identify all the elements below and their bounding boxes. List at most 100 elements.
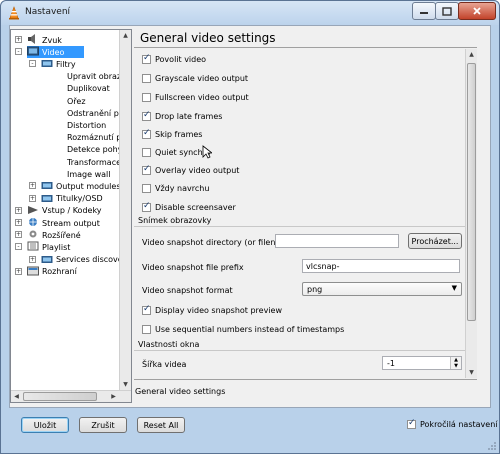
close-button[interactable] [458,2,496,20]
title-bar[interactable]: Nastavení [1,1,499,25]
snapshot-dir-input[interactable] [275,234,399,248]
settings-tree[interactable]: + Zvuk - Video - Filtry Upravit obraz Duplikova… [10,29,132,403]
panel-title: General video settings [140,31,276,45]
expand-icon[interactable]: + [15,206,22,214]
expand-icon[interactable]: + [15,267,22,275]
collapse-icon[interactable]: - [15,243,22,251]
tree-item-label: Stream output [42,218,100,228]
checkbox-box[interactable] [142,128,151,139]
checkbox-label: Vždy navrchu [155,183,210,193]
snapshot-section-divider [134,226,477,227]
snapshot-prefix-input[interactable]: vlcsnap- [302,259,460,273]
checkbox-box[interactable] [142,183,151,193]
tree-item[interactable]: Titulky/OSD [41,193,103,205]
scroll-up-icon[interactable]: ▲ [466,49,477,60]
tree-item[interactable]: Stream output [27,217,100,229]
scroll-up-icon[interactable]: ▲ [120,30,131,41]
video-option-checkbox[interactable]: Skip frames [142,128,202,140]
window-props-section-label: Vlastnosti okna [138,340,200,349]
tree-item[interactable]: Distortion [67,119,106,131]
maximize-button[interactable] [435,2,459,20]
settings-panel: General video settings Povolit video Gray… [134,29,477,378]
snapshot-preview-label: Display video snapshot preview [155,305,282,315]
checkbox-box[interactable] [407,418,416,429]
tree-vertical-scrollbar[interactable]: ▲ ▼ [119,30,131,390]
browse-button[interactable]: Procházet... [408,233,462,249]
reset-all-button[interactable]: Reset All [137,417,185,433]
cancel-button[interactable]: Zrušit [79,417,127,433]
tree-horizontal-scrollbar[interactable]: ◀ ▶ [11,390,131,402]
tree-item-label: Playlist [42,242,71,252]
checkbox-box[interactable] [142,53,151,64]
scroll-left-icon[interactable]: ◀ [11,391,22,402]
playlist-icon [27,241,42,253]
checkbox-box[interactable] [142,147,151,157]
tree-hscroll-thumb[interactable] [23,392,97,401]
folder-icon [41,254,56,266]
video-option-checkbox[interactable]: Vždy navrchu [142,182,209,194]
tree-item-label: Upravit obraz [67,72,122,82]
tree-item-label: Vstup / Kodeky [42,206,102,216]
scroll-down-icon[interactable]: ▼ [466,367,477,378]
snapshot-format-select[interactable]: png ▼ [302,282,462,296]
tree-item-label: Image wall [67,169,111,179]
expand-icon[interactable]: + [15,219,22,226]
video-width-spinbox[interactable]: -1 ▲ ▼ [382,356,462,370]
expand-icon[interactable]: + [29,255,36,263]
tree-item[interactable]: Ořez [67,95,86,107]
save-button[interactable]: Uložit [21,417,69,433]
checkbox-box[interactable] [142,304,151,315]
checkbox-box[interactable] [142,110,151,121]
snapshot-section-label: Snímek obrazovky [138,216,212,225]
expand-icon[interactable]: + [29,182,36,190]
tree-item[interactable]: Video [27,46,85,59]
stream-icon [27,217,42,229]
advanced-settings-toggle[interactable]: Pokročilá nastavení [407,418,498,429]
video-option-checkbox[interactable]: Overlay video output [142,164,239,176]
checkbox-box[interactable] [142,324,151,334]
tree-item[interactable]: Duplikovat [67,83,110,95]
tree-item[interactable]: Filtry [41,58,76,70]
tree-item[interactable]: Transformace [67,156,121,168]
checkbox-box[interactable] [142,164,151,175]
video-icon [27,46,42,58]
scroll-right-icon[interactable]: ▶ [108,391,119,402]
tree-item-label: Filtry [56,59,76,69]
scroll-down-icon[interactable]: ▼ [120,379,131,390]
tree-item[interactable]: Rozšířené [27,229,81,241]
checkbox-box[interactable] [142,201,151,212]
panel-scroll-thumb[interactable] [467,63,476,321]
checkbox-label: Povolit video [155,54,207,64]
tree-item[interactable]: Rozhraní [27,266,77,278]
tree-item[interactable]: Upravit obraz [67,71,121,83]
tree-item[interactable]: Zvuk [27,34,62,46]
sequential-numbers-checkbox[interactable]: Use sequential numbers instead of timest… [142,323,344,335]
tree-item[interactable]: Services discovery [41,254,131,266]
expand-icon[interactable]: + [15,231,22,239]
video-option-checkbox[interactable]: Disable screensaver [142,201,236,213]
video-option-checkbox[interactable]: Grayscale video output [142,72,248,84]
spin-arrows-icon[interactable]: ▲ ▼ [450,357,461,369]
video-width-label: Šířka videa [142,360,187,369]
tree-item[interactable]: Playlist [27,241,70,253]
video-option-checkbox[interactable]: Drop late frames [142,110,222,122]
panel-vertical-scrollbar[interactable]: ▲ ▼ [465,49,477,378]
tree-item[interactable]: Image wall [67,168,111,180]
video-option-checkbox[interactable]: Povolit video [142,53,206,65]
resize-grip-icon[interactable] [487,441,497,451]
mouse-cursor-icon [202,145,212,159]
checkbox-label: Fullscreen video output [155,92,249,102]
video-option-checkbox[interactable]: Quiet synchro [142,146,211,158]
snapshot-preview-checkbox[interactable]: Display video snapshot preview [142,304,282,316]
expand-icon[interactable]: + [15,36,22,43]
tree-item-label: Titulky/OSD [56,194,103,204]
collapse-icon[interactable]: - [15,48,22,56]
tree-item[interactable]: Output modules [41,180,120,192]
checkbox-box[interactable] [142,92,151,102]
collapse-icon[interactable]: - [29,60,36,68]
tree-item[interactable]: Vstup / Kodeky [27,205,102,217]
expand-icon[interactable]: + [29,194,36,202]
video-option-checkbox[interactable]: Fullscreen video output [142,91,249,103]
minimize-button[interactable] [412,2,436,20]
checkbox-box[interactable] [142,73,151,83]
